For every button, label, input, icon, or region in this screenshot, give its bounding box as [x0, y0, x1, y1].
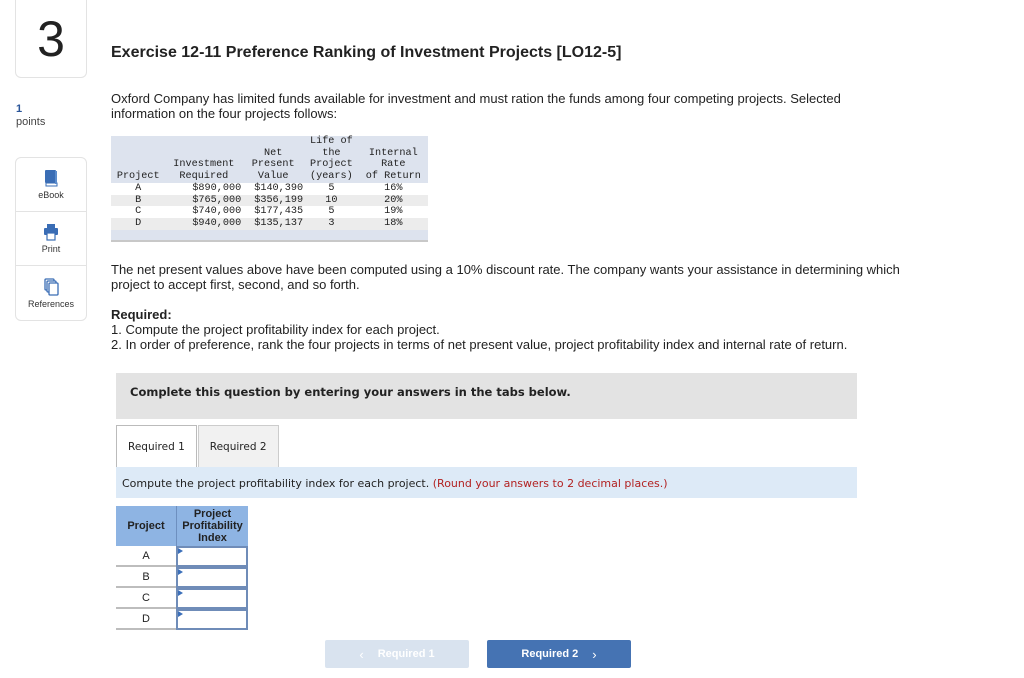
required-section: Required: 1. Compute the project profita… — [111, 307, 911, 352]
cell-irr: 18% — [358, 217, 428, 230]
profitability-index-input-c[interactable] — [178, 590, 246, 607]
cell-investment: $740,000 — [165, 206, 243, 218]
rounding-note: (Round your answers to 2 decimal places.… — [432, 477, 668, 490]
table-row: A $890,000 $140,390 5 16% — [111, 182, 428, 195]
tools-panel: eBook Print References — [15, 157, 87, 321]
chevron-right-icon: › — [592, 646, 597, 662]
ebook-label: eBook — [38, 190, 64, 200]
cell-npv: $177,435 — [242, 206, 305, 218]
print-button[interactable]: Print — [16, 212, 86, 266]
question-number: 3 — [15, 0, 87, 78]
chevron-left-icon: ‹ — [359, 646, 364, 662]
tab-bar: Required 1 Required 2 — [116, 425, 279, 467]
instruction-text: Compute the project profitability index … — [122, 477, 430, 490]
discount-rate-text: The net present values above have been c… — [111, 262, 900, 292]
th-irr-1: Internal — [368, 147, 418, 159]
answer-project-label: A — [116, 546, 176, 567]
cell-life: 5 — [304, 182, 359, 195]
required-item-1: 1. Compute the project profitability ind… — [111, 322, 440, 337]
references-button[interactable]: References — [16, 266, 86, 320]
table-row: D $940,000 $135,137 3 18% — [111, 217, 428, 230]
th-npv-2: Present — [251, 159, 295, 171]
tab-required-2[interactable]: Required 2 — [197, 425, 279, 467]
table-row: B $765,000 $356,199 10 20% — [111, 194, 428, 207]
th-investment-1: Investment — [173, 159, 235, 171]
input-flag-icon — [178, 590, 183, 596]
th-npv-3: Value — [257, 171, 289, 183]
cell-life: 10 — [304, 194, 359, 207]
print-label: Print — [41, 244, 61, 254]
ebook-button[interactable]: eBook — [16, 158, 86, 212]
printer-icon — [42, 223, 60, 241]
prev-label: Required 1 — [377, 648, 435, 660]
answer-project-label: C — [116, 588, 176, 609]
page-title: Exercise 12-11 Preference Ranking of Inv… — [111, 44, 622, 61]
next-required-button[interactable]: Required 2 › — [487, 640, 631, 668]
cell-investment: $765,000 — [165, 194, 243, 207]
th-investment — [165, 136, 242, 148]
references-label: References — [27, 298, 75, 309]
answer-table: Project Project Profitability Index A B … — [116, 506, 248, 630]
cell-life: 5 — [304, 206, 359, 218]
answer-row: B — [116, 567, 248, 588]
input-flag-icon — [178, 611, 183, 617]
project-data-table: Life of Net the Internal Investment Pres… — [111, 136, 428, 242]
points-label: points — [16, 116, 46, 128]
th-life-1: Life of — [309, 136, 353, 147]
th-life-2: the — [322, 147, 341, 159]
cell-life: 3 — [304, 217, 359, 230]
cell-investment: $940,000 — [165, 217, 243, 230]
points-value: 1 — [16, 103, 23, 115]
th-irr — [359, 136, 428, 148]
prev-required-button[interactable]: ‹ Required 1 — [325, 640, 469, 668]
col-index-line-1: Project — [193, 508, 232, 520]
th-investment-2: Required — [179, 171, 229, 183]
th-life-4: (years) — [309, 171, 353, 183]
cell-project: A — [111, 182, 166, 195]
answer-row: C — [116, 588, 248, 609]
required-item-2: 2. In order of preference, rank the four… — [111, 337, 848, 352]
cell-project: C — [111, 206, 166, 218]
th-npv — [242, 136, 304, 148]
th-life-3: Project — [309, 159, 353, 171]
col-project: Project — [116, 506, 176, 546]
cell-project: B — [111, 194, 166, 207]
cell-irr: 20% — [358, 194, 428, 207]
cell-project: D — [111, 217, 166, 230]
instruction-bar: Compute the project profitability index … — [116, 467, 857, 498]
tab-required-1[interactable]: Required 1 — [116, 425, 197, 467]
next-label: Required 2 — [521, 648, 579, 660]
cell-irr: 19% — [358, 206, 428, 218]
answer-project-label: D — [116, 609, 176, 630]
profitability-index-input-d[interactable] — [178, 611, 246, 628]
cell-npv: $140,390 — [242, 182, 305, 195]
book-icon — [42, 169, 60, 187]
th-project — [111, 136, 165, 148]
intro-text: Oxford Company has limited funds availab… — [111, 91, 841, 121]
answer-project-label: B — [116, 567, 176, 588]
profitability-index-input-a[interactable] — [178, 548, 246, 565]
points-info: 1 points — [16, 103, 45, 129]
input-flag-icon — [178, 548, 183, 554]
col-index-line-2: Profitability — [182, 520, 243, 532]
th-project-label: Project — [116, 171, 160, 183]
copies-icon — [42, 277, 60, 296]
th-npv-1: Net — [264, 147, 283, 159]
cell-investment: $890,000 — [165, 182, 243, 195]
input-flag-icon — [178, 569, 183, 575]
answer-row: D — [116, 609, 248, 630]
complete-banner: Complete this question by entering your … — [116, 373, 857, 419]
col-profitability-index: Project Profitability Index — [176, 506, 248, 546]
th-irr-3: of Return — [365, 171, 421, 183]
th-irr-2: Rate — [381, 159, 406, 171]
cell-npv: $356,199 — [242, 194, 305, 207]
cell-npv: $135,137 — [242, 217, 305, 230]
required-heading: Required: — [111, 307, 172, 322]
col-index-line-3: Index — [198, 532, 227, 544]
profitability-index-input-b[interactable] — [178, 569, 246, 586]
table-row: C $740,000 $177,435 5 19% — [111, 206, 428, 218]
answer-row: A — [116, 546, 248, 567]
cell-irr: 16% — [358, 182, 428, 195]
